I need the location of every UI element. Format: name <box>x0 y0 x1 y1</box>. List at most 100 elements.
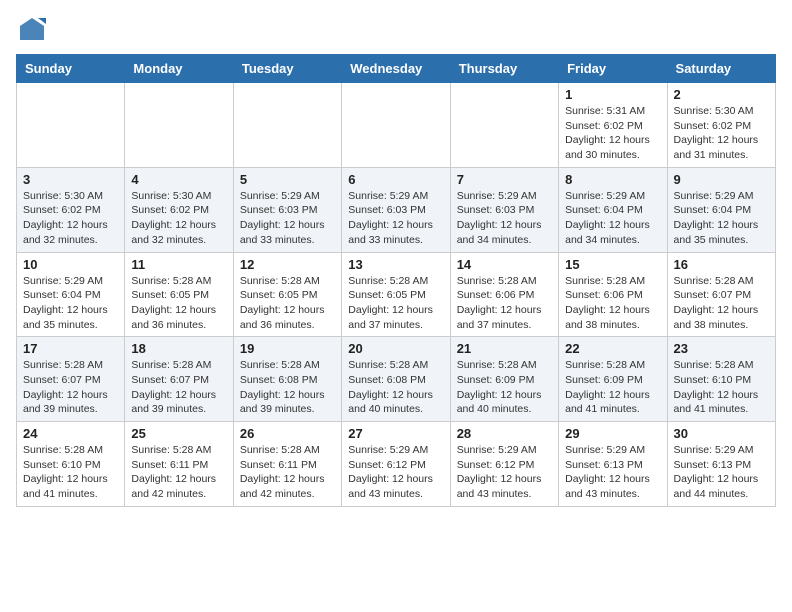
day-info: Sunrise: 5:30 AM Sunset: 6:02 PM Dayligh… <box>674 104 769 163</box>
day-info: Sunrise: 5:28 AM Sunset: 6:09 PM Dayligh… <box>457 358 552 417</box>
calendar-page: SundayMondayTuesdayWednesdayThursdayFrid… <box>0 0 792 523</box>
day-info: Sunrise: 5:28 AM Sunset: 6:07 PM Dayligh… <box>23 358 118 417</box>
day-number: 28 <box>457 426 552 441</box>
day-number: 19 <box>240 341 335 356</box>
day-number: 3 <box>23 172 118 187</box>
logo-icon <box>18 16 46 44</box>
logo <box>16 16 46 44</box>
day-cell: 7 Sunrise: 5:29 AM Sunset: 6:03 PM Daylig… <box>450 167 558 252</box>
day-cell: 1 Sunrise: 5:31 AM Sunset: 6:02 PM Daylig… <box>559 83 667 168</box>
week-row-5: 24 Sunrise: 5:28 AM Sunset: 6:10 PM Dayli… <box>17 422 776 507</box>
day-cell: 14 Sunrise: 5:28 AM Sunset: 6:06 PM Dayli… <box>450 252 558 337</box>
day-number: 25 <box>131 426 226 441</box>
day-cell: 16 Sunrise: 5:28 AM Sunset: 6:07 PM Dayli… <box>667 252 775 337</box>
header <box>16 16 776 44</box>
weekday-header-row: SundayMondayTuesdayWednesdayThursdayFrid… <box>17 55 776 83</box>
day-number: 20 <box>348 341 443 356</box>
day-cell: 3 Sunrise: 5:30 AM Sunset: 6:02 PM Daylig… <box>17 167 125 252</box>
day-info: Sunrise: 5:28 AM Sunset: 6:08 PM Dayligh… <box>348 358 443 417</box>
day-info: Sunrise: 5:29 AM Sunset: 6:04 PM Dayligh… <box>674 189 769 248</box>
day-cell: 22 Sunrise: 5:28 AM Sunset: 6:09 PM Dayli… <box>559 337 667 422</box>
day-number: 4 <box>131 172 226 187</box>
day-cell: 6 Sunrise: 5:29 AM Sunset: 6:03 PM Daylig… <box>342 167 450 252</box>
day-info: Sunrise: 5:28 AM Sunset: 6:10 PM Dayligh… <box>23 443 118 502</box>
day-number: 27 <box>348 426 443 441</box>
weekday-header-wednesday: Wednesday <box>342 55 450 83</box>
day-info: Sunrise: 5:28 AM Sunset: 6:09 PM Dayligh… <box>565 358 660 417</box>
day-info: Sunrise: 5:28 AM Sunset: 6:06 PM Dayligh… <box>565 274 660 333</box>
day-cell: 5 Sunrise: 5:29 AM Sunset: 6:03 PM Daylig… <box>233 167 341 252</box>
weekday-header-tuesday: Tuesday <box>233 55 341 83</box>
day-cell <box>125 83 233 168</box>
day-cell: 9 Sunrise: 5:29 AM Sunset: 6:04 PM Daylig… <box>667 167 775 252</box>
day-cell: 19 Sunrise: 5:28 AM Sunset: 6:08 PM Dayli… <box>233 337 341 422</box>
day-cell: 8Sunrise: 5:29 AM Sunset: 6:04 PM Daylig… <box>559 167 667 252</box>
day-number: 12 <box>240 257 335 272</box>
day-cell: 24 Sunrise: 5:28 AM Sunset: 6:10 PM Dayli… <box>17 422 125 507</box>
day-cell: 26 Sunrise: 5:28 AM Sunset: 6:11 PM Dayli… <box>233 422 341 507</box>
day-cell: 2Sunrise: 5:30 AM Sunset: 6:02 PM Daylig… <box>667 83 775 168</box>
day-number: 10 <box>23 257 118 272</box>
day-info: Sunrise: 5:28 AM Sunset: 6:08 PM Dayligh… <box>240 358 335 417</box>
day-number: 16 <box>674 257 769 272</box>
day-info: Sunrise: 5:28 AM Sunset: 6:07 PM Dayligh… <box>131 358 226 417</box>
day-info: Sunrise: 5:28 AM Sunset: 6:05 PM Dayligh… <box>240 274 335 333</box>
week-row-1: 1 Sunrise: 5:31 AM Sunset: 6:02 PM Daylig… <box>17 83 776 168</box>
weekday-header-friday: Friday <box>559 55 667 83</box>
day-number: 22 <box>565 341 660 356</box>
weekday-header-sunday: Sunday <box>17 55 125 83</box>
day-info: Sunrise: 5:28 AM Sunset: 6:05 PM Dayligh… <box>131 274 226 333</box>
day-info: Sunrise: 5:29 AM Sunset: 6:12 PM Dayligh… <box>348 443 443 502</box>
day-cell: 25Sunrise: 5:28 AM Sunset: 6:11 PM Dayli… <box>125 422 233 507</box>
day-info: Sunrise: 5:30 AM Sunset: 6:02 PM Dayligh… <box>23 189 118 248</box>
day-cell <box>342 83 450 168</box>
day-number: 9 <box>674 172 769 187</box>
day-number: 6 <box>348 172 443 187</box>
calendar-table: SundayMondayTuesdayWednesdayThursdayFrid… <box>16 54 776 507</box>
day-info: Sunrise: 5:28 AM Sunset: 6:07 PM Dayligh… <box>674 274 769 333</box>
day-number: 13 <box>348 257 443 272</box>
weekday-header-thursday: Thursday <box>450 55 558 83</box>
day-cell: 12 Sunrise: 5:28 AM Sunset: 6:05 PM Dayli… <box>233 252 341 337</box>
week-row-3: 10Sunrise: 5:29 AM Sunset: 6:04 PM Dayli… <box>17 252 776 337</box>
day-cell <box>233 83 341 168</box>
day-cell <box>17 83 125 168</box>
day-cell: 13 Sunrise: 5:28 AM Sunset: 6:05 PM Dayli… <box>342 252 450 337</box>
day-number: 14 <box>457 257 552 272</box>
day-cell: 15Sunrise: 5:28 AM Sunset: 6:06 PM Dayli… <box>559 252 667 337</box>
day-cell: 20 Sunrise: 5:28 AM Sunset: 6:08 PM Dayli… <box>342 337 450 422</box>
day-cell: 4 Sunrise: 5:30 AM Sunset: 6:02 PM Daylig… <box>125 167 233 252</box>
weekday-header-saturday: Saturday <box>667 55 775 83</box>
day-info: Sunrise: 5:30 AM Sunset: 6:02 PM Dayligh… <box>131 189 226 248</box>
day-cell: 10Sunrise: 5:29 AM Sunset: 6:04 PM Dayli… <box>17 252 125 337</box>
day-info: Sunrise: 5:29 AM Sunset: 6:13 PM Dayligh… <box>565 443 660 502</box>
day-cell: 27 Sunrise: 5:29 AM Sunset: 6:12 PM Dayli… <box>342 422 450 507</box>
day-info: Sunrise: 5:28 AM Sunset: 6:11 PM Dayligh… <box>240 443 335 502</box>
day-info: Sunrise: 5:28 AM Sunset: 6:06 PM Dayligh… <box>457 274 552 333</box>
day-cell: 23Sunrise: 5:28 AM Sunset: 6:10 PM Dayli… <box>667 337 775 422</box>
day-number: 23 <box>674 341 769 356</box>
day-info: Sunrise: 5:29 AM Sunset: 6:13 PM Dayligh… <box>674 443 769 502</box>
day-info: Sunrise: 5:29 AM Sunset: 6:03 PM Dayligh… <box>240 189 335 248</box>
day-cell: 28 Sunrise: 5:29 AM Sunset: 6:12 PM Dayli… <box>450 422 558 507</box>
day-cell: 17Sunrise: 5:28 AM Sunset: 6:07 PM Dayli… <box>17 337 125 422</box>
day-info: Sunrise: 5:29 AM Sunset: 6:03 PM Dayligh… <box>348 189 443 248</box>
day-number: 7 <box>457 172 552 187</box>
day-number: 30 <box>674 426 769 441</box>
day-cell: 29 Sunrise: 5:29 AM Sunset: 6:13 PM Dayli… <box>559 422 667 507</box>
day-number: 1 <box>565 87 660 102</box>
day-info: Sunrise: 5:29 AM Sunset: 6:04 PM Dayligh… <box>565 189 660 248</box>
day-info: Sunrise: 5:31 AM Sunset: 6:02 PM Dayligh… <box>565 104 660 163</box>
weekday-header-monday: Monday <box>125 55 233 83</box>
day-number: 18 <box>131 341 226 356</box>
day-number: 29 <box>565 426 660 441</box>
day-number: 21 <box>457 341 552 356</box>
day-number: 11 <box>131 257 226 272</box>
day-info: Sunrise: 5:28 AM Sunset: 6:05 PM Dayligh… <box>348 274 443 333</box>
day-number: 5 <box>240 172 335 187</box>
day-info: Sunrise: 5:29 AM Sunset: 6:12 PM Dayligh… <box>457 443 552 502</box>
day-number: 24 <box>23 426 118 441</box>
day-cell: 18 Sunrise: 5:28 AM Sunset: 6:07 PM Dayli… <box>125 337 233 422</box>
day-info: Sunrise: 5:29 AM Sunset: 6:03 PM Dayligh… <box>457 189 552 248</box>
day-number: 26 <box>240 426 335 441</box>
